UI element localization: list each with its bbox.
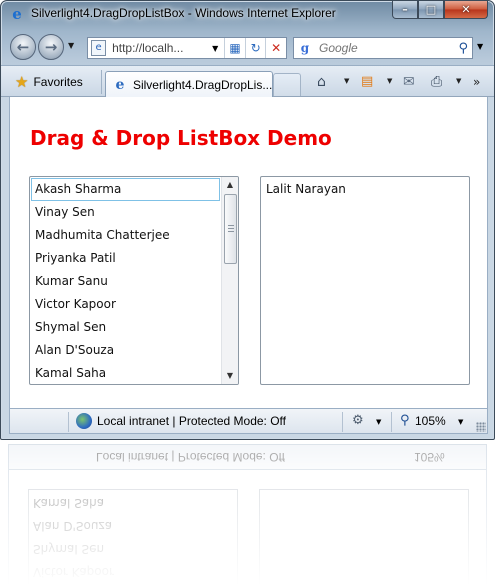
globe-icon [76,413,92,429]
reflection-status-text: Local intranet | Protected Mode: Off [96,450,285,464]
reflection-list-item: Shymal Sen [33,542,105,556]
reflection-content: Victor Kapoor Shymal Sen Alan D'Souza Kamal… [8,470,487,586]
page-icon: e [91,40,107,56]
minimize-button[interactable]: – [392,1,418,19]
target-list-items: Lalit Narayan [262,178,468,201]
page-title: Drag & Drop ListBox Demo [30,126,332,150]
home-dropdown-icon[interactable]: ▼ [344,77,349,85]
close-button[interactable]: ✕ [444,1,488,19]
forward-arrow-icon[interactable]: → [38,34,64,60]
status-separator [391,412,392,432]
target-listbox[interactable]: Lalit Narayan [260,176,470,385]
list-item[interactable]: Kumar Sanu [31,270,220,293]
stop-icon[interactable]: ✕ [265,38,286,58]
star-icon: ★ [15,74,29,91]
recent-pages-dropdown-icon[interactable]: ▼ [68,41,74,50]
home-icon[interactable]: ⌂ [317,72,326,92]
title-bar[interactable]: e Silverlight4.DragDropListBox - Windows… [1,1,494,31]
ie-logo-icon: e [12,5,22,23]
google-logo-icon: g [300,41,310,55]
more-commands-chevron-icon[interactable]: » [473,72,480,92]
favorites-button[interactable]: ★ Favorites [9,70,89,94]
reflection-list-item: Victor Kapoor [33,565,114,579]
reflection-listbox: Victor Kapoor Shymal Sen Alan D'Souza Kamal… [28,489,238,586]
new-tab-button[interactable] [273,73,301,96]
list-item[interactable]: Kamal Saha [31,362,220,384]
vertical-scrollbar[interactable]: ▲ ▼ [221,177,238,384]
mail-icon[interactable]: ✉ [403,72,415,92]
address-bar[interactable]: e ▼ ▦ ↻ ✕ [87,37,287,59]
back-arrow-icon[interactable]: ← [10,34,36,60]
tab-bar: ★ Favorites e Silverlight4.DragDropLis..… [1,65,494,98]
security-zone-status[interactable]: Local intranet | Protected Mode: Off [97,414,286,428]
search-box[interactable]: g ⚲ [293,37,473,59]
security-icon[interactable]: ⚙ [352,413,364,428]
list-item[interactable]: Shymal Sen [31,316,220,339]
status-separator [342,412,343,432]
caption-buttons: – □ ✕ [392,1,488,21]
printer-icon[interactable]: ⎙ [431,72,442,92]
feeds-dropdown-icon[interactable]: ▼ [387,77,392,85]
navigation-bar: ← → ▼ e ▼ ▦ ↻ ✕ g ⚲ ▼ [1,31,494,65]
reflection-inner: Victor Kapoor Shymal Sen Alan D'Souza Kamal… [0,444,495,586]
reflection-list-item: Alan D'Souza [33,519,113,533]
page-content: Drag & Drop ListBox Demo Akash Sharma Vin… [9,97,488,408]
list-item[interactable]: Alan D'Souza [31,339,220,362]
resize-grip[interactable] [476,422,486,432]
scroll-down-arrow-icon[interactable]: ▼ [222,368,238,384]
tab-label: Silverlight4.DragDropLis... [132,78,272,92]
security-dropdown-icon[interactable]: ▼ [376,418,381,426]
reflection-status-bar: Local intranet | Protected Mode: Off 105… [8,444,487,470]
list-item[interactable]: Madhumita Chatterjee [31,224,220,247]
rss-feed-icon[interactable]: ▤ [361,72,373,92]
list-item[interactable]: Vinay Sen [31,201,220,224]
list-item[interactable]: Akash Sharma [31,178,220,201]
search-input[interactable] [319,41,439,55]
maximize-button[interactable]: □ [418,1,444,19]
zoom-level[interactable]: 105% [415,414,446,428]
tab-page-icon: e [115,77,125,93]
refresh-icon[interactable]: ↻ [244,38,266,58]
status-bar: Local intranet | Protected Mode: Off ⚙ ▼… [9,408,488,434]
reflection-zoom-text: 105% [414,450,445,464]
zoom-dropdown-icon[interactable]: ▼ [458,418,463,426]
tab-active[interactable]: e Silverlight4.DragDropLis... [105,71,273,98]
window-reflection: Victor Kapoor Shymal Sen Alan D'Souza Kamal… [0,444,495,586]
zoom-icon[interactable]: ⚲ [400,413,410,428]
address-input[interactable] [112,41,209,55]
search-icon[interactable]: ⚲ [458,41,468,56]
search-options-dropdown-icon[interactable]: ▼ [477,42,483,51]
reflection-list-items: Victor Kapoor Shymal Sen Alan D'Souza Kamal… [33,490,114,582]
source-list-items: Akash Sharma Vinay Sen Madhumita Chatterje… [31,178,220,384]
status-separator [68,412,69,432]
window-title: Silverlight4.DragDropListBox - Windows I… [31,6,336,20]
scroll-up-arrow-icon[interactable]: ▲ [222,177,238,193]
compatibility-view-icon[interactable]: ▦ [224,38,245,58]
scrollbar-grip [228,225,234,233]
list-item[interactable]: Priyanka Patil [31,247,220,270]
source-listbox[interactable]: Akash Sharma Vinay Sen Madhumita Chatterje… [29,176,239,385]
browser-window: e Silverlight4.DragDropListBox - Windows… [0,0,495,440]
tab-separator [101,70,102,94]
favorites-label: Favorites [33,75,83,89]
reflection-list-item: Kamal Saha [33,496,105,510]
list-item[interactable]: Victor Kapoor [31,293,220,316]
reflection-listbox-right [259,489,469,586]
list-item[interactable]: Lalit Narayan [262,178,468,201]
address-dropdown-icon[interactable]: ▼ [212,44,218,53]
scrollbar-thumb[interactable] [224,194,237,264]
print-dropdown-icon[interactable]: ▼ [456,77,461,85]
